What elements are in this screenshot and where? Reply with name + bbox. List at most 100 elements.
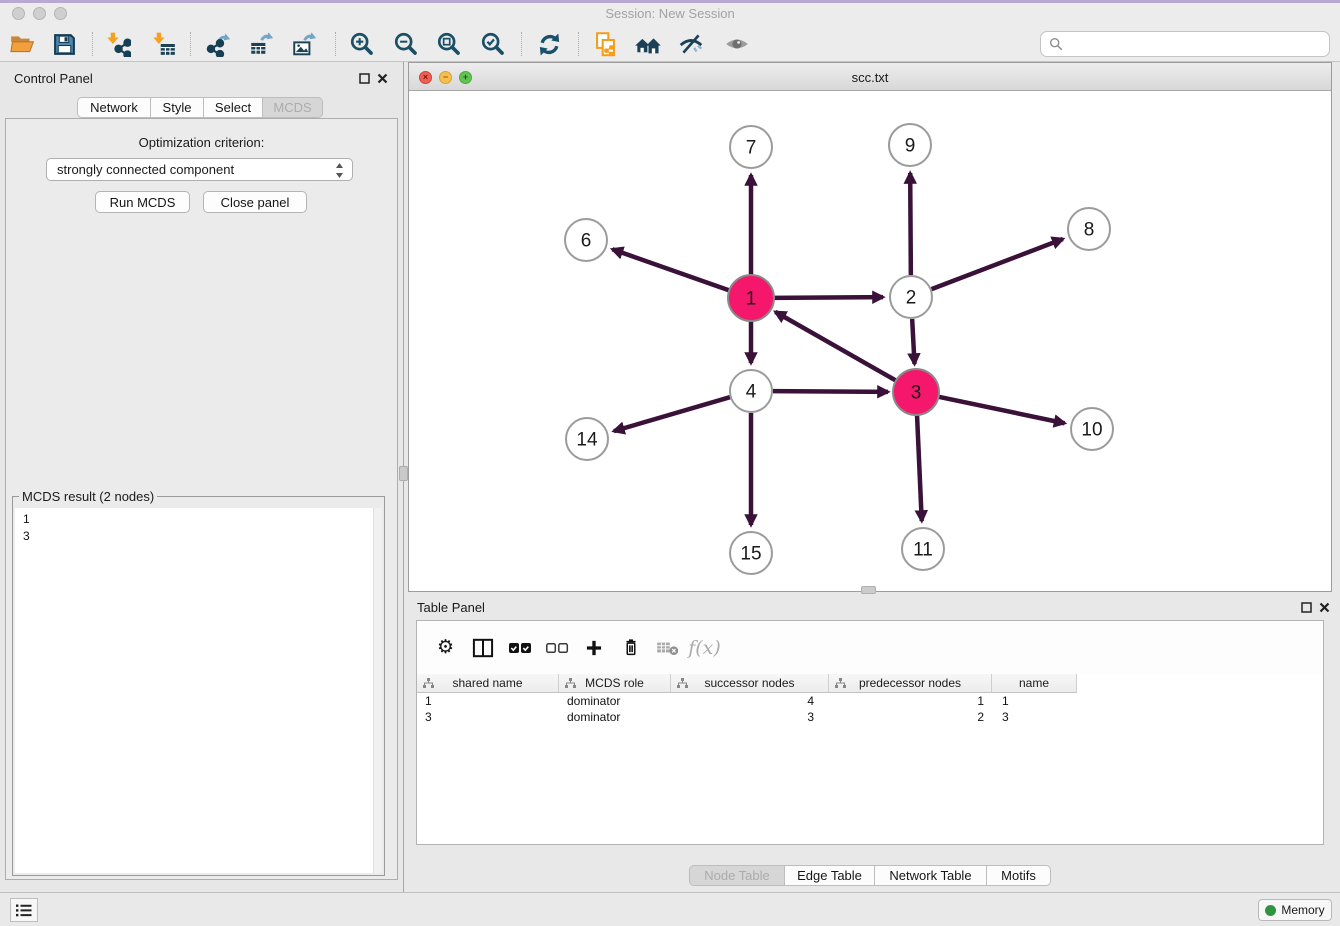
cell-name[interactable]: 3 [992, 709, 1077, 725]
network-canvas[interactable]: 7 9 6 8 1 2 4 3 14 10 15 11 [409, 91, 1331, 591]
import-table-icon[interactable] [147, 28, 181, 60]
table-row[interactable]: 3 dominator 3 2 3 [417, 709, 1323, 725]
copy-network-icon[interactable] [588, 28, 622, 60]
run-mcds-button[interactable]: Run MCDS [95, 191, 190, 213]
graph-edge-2-9[interactable] [910, 173, 911, 275]
mcds-result-list[interactable]: 1 3 [15, 508, 382, 873]
search-input[interactable] [1068, 37, 1329, 52]
graph-node-6[interactable]: 6 [565, 219, 607, 261]
add-column-icon[interactable] [575, 631, 612, 665]
graph-node-4[interactable]: 4 [730, 370, 772, 412]
control-panel: Control Panel Network Style Select MCDS … [0, 62, 404, 892]
tab-edge-table[interactable]: Edge Table [785, 865, 875, 886]
column-header-shared-name[interactable]: shared name [417, 674, 559, 693]
settings-gear-icon[interactable]: ⚙ [427, 631, 464, 665]
import-network-icon[interactable] [101, 28, 135, 60]
close-panel-button[interactable]: Close panel [203, 191, 307, 213]
column-header-successor-nodes[interactable]: successor nodes [671, 674, 829, 693]
export-image-icon[interactable] [287, 28, 321, 60]
graph-edge-4-14[interactable] [614, 397, 730, 431]
network-graph[interactable]: 7 9 6 8 1 2 4 3 14 10 15 11 [409, 91, 1331, 591]
cell-shared-name[interactable]: 1 [417, 693, 559, 709]
unselect-all-columns-icon[interactable] [538, 631, 575, 665]
status-bar: Memory [0, 892, 1340, 926]
graph-node-14[interactable]: 14 [566, 418, 608, 460]
tab-motifs[interactable]: Motifs [987, 865, 1051, 886]
horizontal-splitter-grip[interactable] [861, 586, 876, 594]
close-table-panel-icon[interactable] [1319, 600, 1330, 618]
close-panel-icon[interactable] [377, 71, 388, 89]
graph-edge-2-3[interactable] [912, 319, 914, 364]
graph-edge-2-8[interactable] [932, 239, 1063, 289]
table-row[interactable]: 1 dominator 4 1 1 [417, 693, 1323, 709]
result-line: 1 [15, 508, 382, 528]
cell-mcds-role[interactable]: dominator [559, 693, 671, 709]
network-window-title: scc.txt [409, 70, 1331, 85]
tab-mcds[interactable]: MCDS [263, 97, 323, 118]
tab-network-table[interactable]: Network Table [875, 865, 987, 886]
criterion-value: strongly connected component [57, 162, 234, 177]
cell-predecessor-nodes[interactable]: 1 [829, 693, 992, 709]
graph-node-10[interactable]: 10 [1071, 408, 1113, 450]
home-pages-icon[interactable] [631, 28, 665, 60]
vertical-splitter-grip[interactable] [399, 466, 408, 481]
result-scrollbar[interactable] [373, 508, 382, 873]
zoom-out-icon[interactable] [389, 28, 423, 60]
show-panel-icon[interactable] [720, 28, 754, 60]
refresh-icon[interactable] [532, 28, 566, 60]
select-all-columns-icon[interactable] [501, 631, 538, 665]
column-header-mcds-role[interactable]: MCDS role [559, 674, 671, 693]
function-builder-icon[interactable]: f(x) [686, 631, 723, 665]
graph-edge-1-2[interactable] [773, 297, 883, 298]
zoom-fit-icon[interactable] [432, 28, 466, 60]
graph-node-1[interactable]: 1 [728, 275, 774, 321]
tab-network[interactable]: Network [77, 97, 151, 118]
split-panel-icon[interactable] [464, 631, 501, 665]
column-header-name[interactable]: name [992, 674, 1077, 693]
svg-text:15: 15 [740, 544, 761, 565]
hide-panel-icon[interactable] [674, 28, 708, 60]
memory-button[interactable]: Memory [1258, 899, 1332, 921]
graph-node-2[interactable]: 2 [890, 276, 932, 318]
memory-status-icon [1265, 905, 1276, 916]
graph-node-9[interactable]: 9 [889, 124, 931, 166]
graph-edge-1-6[interactable] [612, 249, 730, 290]
graph-node-8[interactable]: 8 [1068, 208, 1110, 250]
cell-successor-nodes[interactable]: 4 [671, 693, 829, 709]
cell-shared-name[interactable]: 3 [417, 709, 559, 725]
save-session-icon[interactable] [47, 28, 81, 60]
graph-node-3[interactable]: 3 [893, 369, 939, 415]
column-header-predecessor-nodes[interactable]: predecessor nodes [829, 674, 992, 693]
graph-edge-4-3[interactable] [773, 391, 888, 392]
task-history-button[interactable] [10, 898, 38, 922]
mcds-result-box: MCDS result (2 nodes) 1 3 [12, 496, 385, 876]
export-network-icon[interactable] [201, 28, 235, 60]
float-panel-icon[interactable] [359, 71, 370, 89]
open-session-icon[interactable] [5, 28, 39, 60]
tab-select[interactable]: Select [204, 97, 263, 118]
graph-node-11[interactable]: 11 [902, 528, 944, 570]
mcds-result-title: MCDS result (2 nodes) [19, 489, 157, 504]
graph-edge-3-11[interactable] [917, 414, 922, 521]
graph-edge-3-1[interactable] [775, 312, 897, 381]
svg-text:4: 4 [746, 382, 757, 403]
tab-style[interactable]: Style [151, 97, 204, 118]
cell-name[interactable]: 1 [992, 693, 1077, 709]
network-window-titlebar[interactable]: × − + scc.txt [409, 63, 1331, 91]
cell-successor-nodes[interactable]: 3 [671, 709, 829, 725]
graph-edge-3-10[interactable] [938, 397, 1065, 424]
graph-node-7[interactable]: 7 [730, 126, 772, 168]
cell-predecessor-nodes[interactable]: 2 [829, 709, 992, 725]
cell-mcds-role[interactable]: dominator [559, 709, 671, 725]
zoom-in-icon[interactable] [345, 28, 379, 60]
export-table-icon[interactable] [244, 28, 278, 60]
delete-column-icon[interactable] [612, 631, 649, 665]
control-panel-title: Control Panel [14, 71, 93, 86]
graph-node-15[interactable]: 15 [730, 532, 772, 574]
delete-table-icon[interactable] [649, 631, 686, 665]
result-line: 3 [15, 528, 382, 545]
zoom-selected-icon[interactable] [476, 28, 510, 60]
float-table-panel-icon[interactable] [1301, 600, 1312, 618]
tab-node-table[interactable]: Node Table [689, 865, 785, 886]
criterion-select[interactable]: strongly connected component [46, 158, 353, 181]
